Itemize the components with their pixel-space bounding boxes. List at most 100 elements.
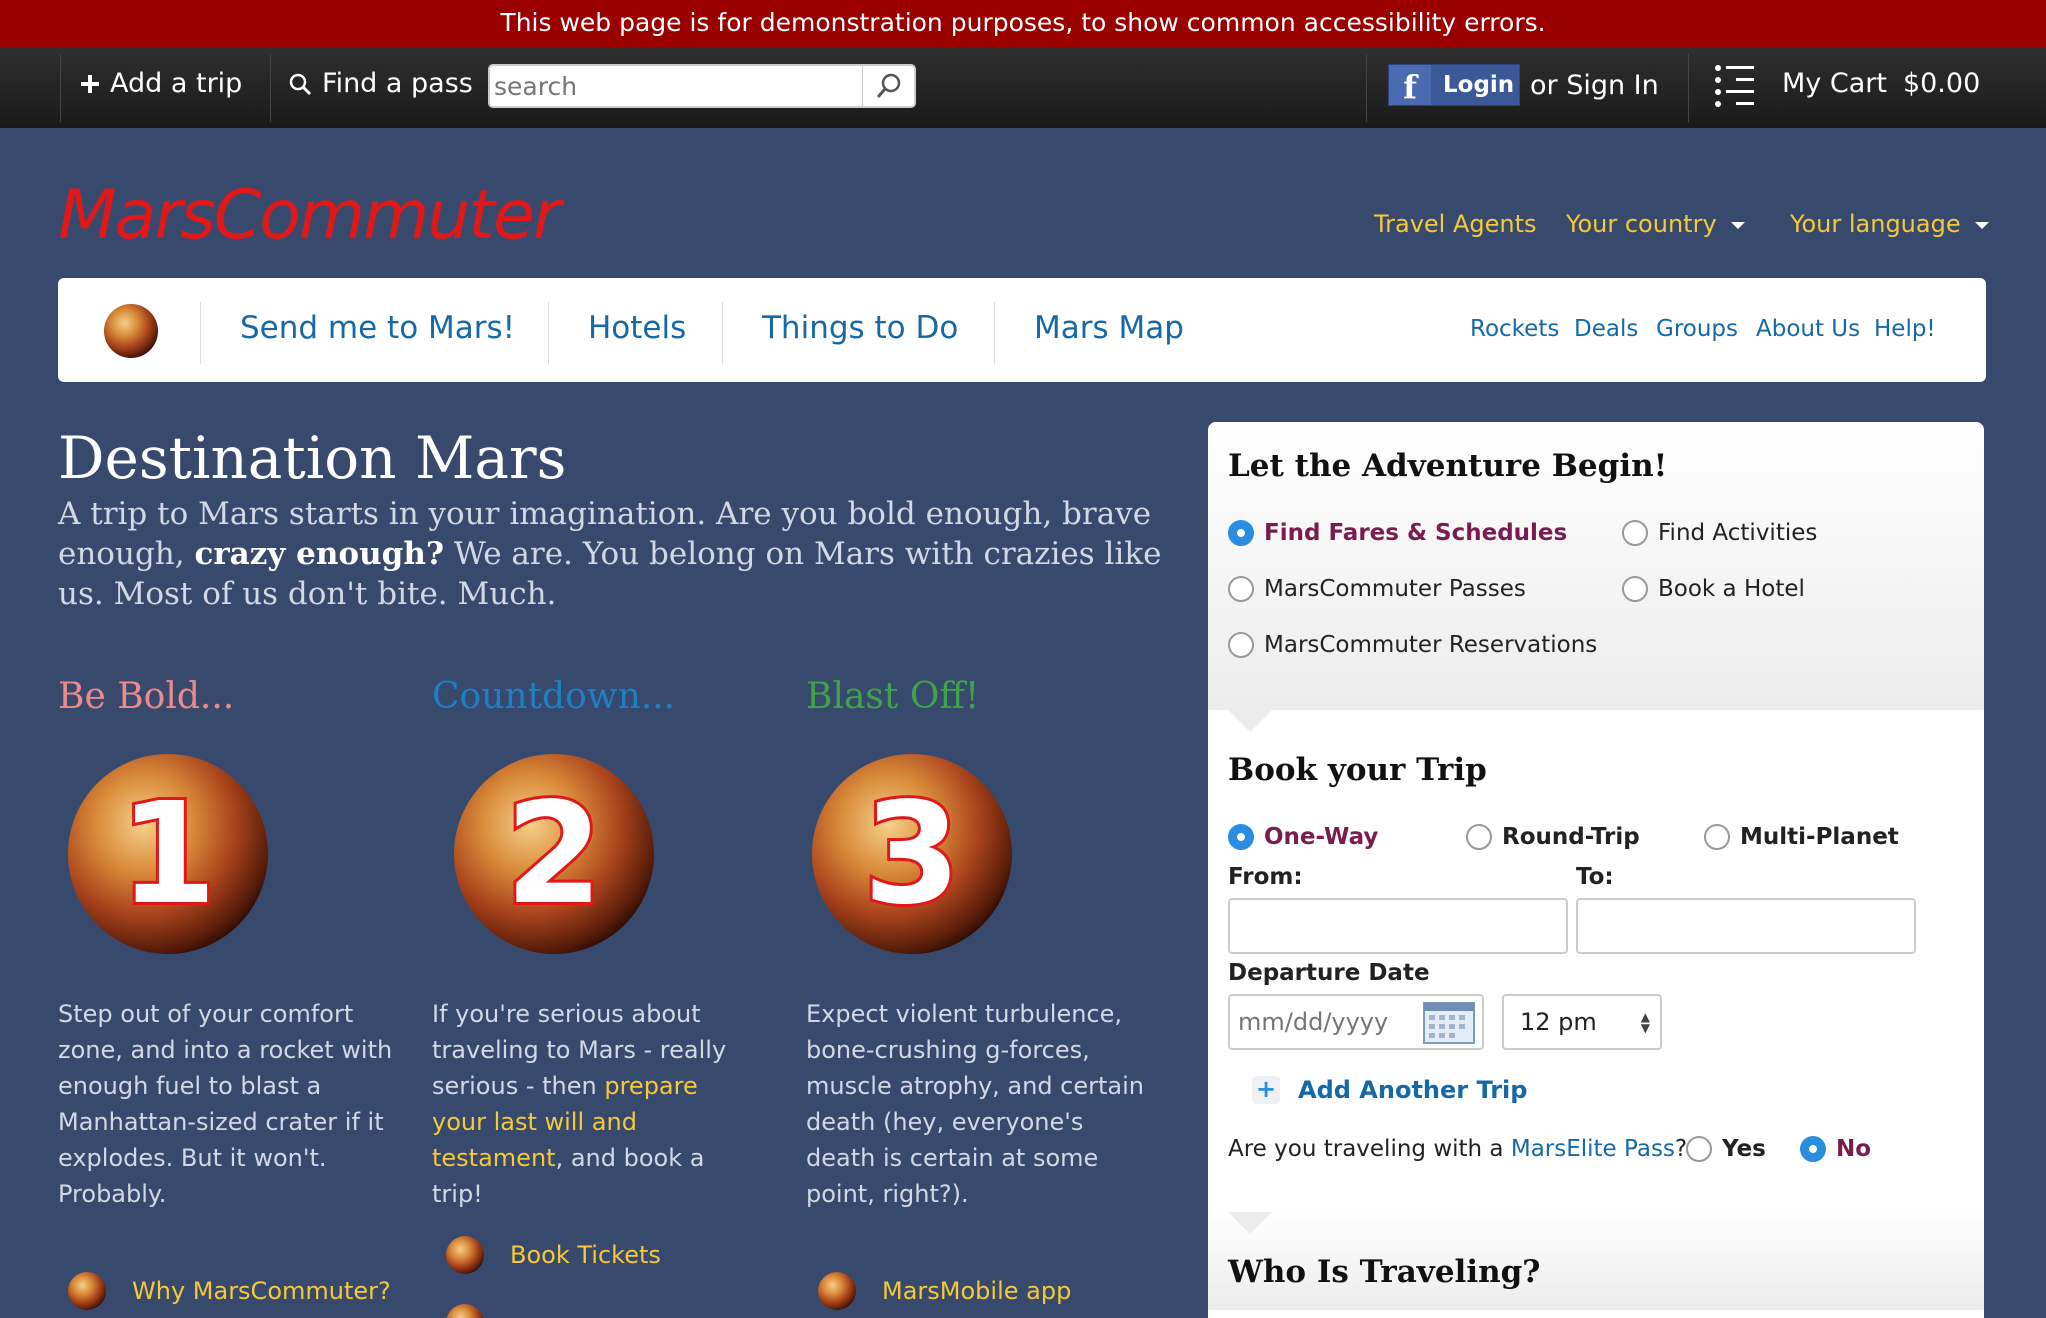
language-label: Your language [1790, 210, 1961, 238]
mars-planet-icon [818, 1272, 856, 1310]
add-another-trip-button[interactable]: + Add Another Trip [1252, 1076, 1527, 1104]
nav-hotels[interactable]: Hotels [588, 310, 686, 346]
nav-help[interactable]: Help! [1874, 316, 1936, 342]
divider [60, 54, 61, 122]
book-tickets-label: Book Tickets [510, 1241, 661, 1269]
search-icon [876, 73, 900, 98]
mars-number-3-image: 3 [812, 754, 1012, 954]
step-2-number: 2 [505, 773, 602, 936]
radio-dot [1228, 576, 1254, 602]
radio-marscommuter-passes[interactable]: MarsCommuter Passes [1228, 576, 1526, 602]
divider [722, 302, 723, 364]
radio-find-activities[interactable]: Find Activities [1622, 520, 1817, 546]
divider [548, 302, 549, 364]
from-label: From: [1228, 864, 1303, 890]
nav-deals[interactable]: Deals [1574, 316, 1638, 342]
departure-date-field [1228, 994, 1484, 1050]
marsmobile-app-label: MarsMobile app [882, 1277, 1072, 1305]
time-value: 12 pm [1520, 1008, 1597, 1036]
departure-date-label: Departure Date [1228, 960, 1430, 986]
country-dropdown[interactable]: Your country [1566, 210, 1745, 238]
radio-label: No [1836, 1136, 1872, 1162]
menu-list-icon[interactable] [1712, 62, 1756, 114]
sign-in-link[interactable]: or Sign In [1530, 70, 1659, 101]
find-pass-label: Find a pass [322, 68, 473, 99]
marsmobile-app-link[interactable]: MarsMobile app [816, 1270, 1071, 1312]
departure-date-input[interactable] [1230, 996, 1420, 1048]
search-input[interactable] [490, 66, 862, 106]
nav-rockets[interactable]: Rockets [1470, 316, 1559, 342]
section-notch [1228, 1212, 1272, 1234]
radio-marscommuter-reservations[interactable]: MarsCommuter Reservations [1228, 632, 1597, 658]
add-trip-label: Add a trip [110, 68, 243, 99]
adventure-heading: Let the Adventure Begin! [1228, 448, 1668, 484]
cart-amount: $0.00 [1902, 68, 1981, 99]
radio-multi-planet[interactable]: Multi-Planet [1704, 824, 1899, 850]
radio-dot [1800, 1136, 1826, 1162]
marselite-pass-link[interactable]: MarsElite Pass [1511, 1136, 1675, 1162]
step-3-text: Expect violent turbulence, bone-crushing… [806, 1000, 1145, 1208]
section-notch [1228, 710, 1272, 732]
book-tickets-link[interactable]: Book Tickets [444, 1234, 661, 1276]
why-marscommuter-label: Why MarsCommuter? [132, 1277, 391, 1305]
book-trip-heading: Book your Trip [1228, 752, 1487, 788]
facebook-login-button[interactable]: f Login [1388, 64, 1520, 106]
mars-planet-icon[interactable] [102, 302, 160, 360]
cart-label: My Cart [1782, 68, 1887, 99]
radio-elite-no[interactable]: No [1800, 1136, 1871, 1162]
mars-number-2-image: 2 [454, 754, 654, 954]
radio-label: Yes [1722, 1136, 1766, 1162]
main-navigation: Send me to Mars! Hotels Things to Do Mar… [58, 278, 1986, 382]
nav-about-us[interactable]: About Us [1756, 316, 1860, 342]
radio-dot [1704, 824, 1730, 850]
demo-banner: This web page is for demonstration purpo… [0, 0, 2046, 48]
elite-pass-question: Are you traveling with a MarsElite Pass? [1228, 1136, 1687, 1162]
who-traveling-heading: Who Is Traveling? [1228, 1254, 1541, 1290]
nav-mars-map[interactable]: Mars Map [1034, 310, 1184, 346]
chevron-down-icon [1974, 221, 1989, 229]
radio-elite-yes[interactable]: Yes [1686, 1136, 1766, 1162]
radio-dot [1228, 824, 1254, 850]
search-submit-button[interactable] [862, 66, 914, 106]
hero-subtitle-emphasis: crazy enough? [194, 536, 445, 572]
country-label: Your country [1566, 210, 1717, 238]
to-input[interactable] [1576, 898, 1916, 954]
radio-dot [1228, 520, 1254, 546]
why-marscommuter-link[interactable]: Why MarsCommuter? [66, 1270, 391, 1312]
radio-dot [1622, 576, 1648, 602]
departure-time-select[interactable]: 12 pm ▲ ▼ [1502, 994, 1662, 1050]
radio-label: Find Fares & Schedules [1264, 520, 1568, 546]
nav-send-me-to-mars[interactable]: Send me to Mars! [240, 310, 515, 346]
find-pass-link[interactable]: Find a pass [288, 68, 473, 99]
calendar-icon[interactable] [1420, 997, 1478, 1047]
nav-things-to-do[interactable]: Things to Do [762, 310, 958, 346]
divider [1366, 54, 1367, 122]
search-icon [289, 73, 312, 95]
my-cart-link[interactable]: My Cart $0.00 [1782, 68, 1980, 99]
radio-label: MarsCommuter Reservations [1264, 632, 1598, 658]
divider [1688, 54, 1689, 122]
site-logo[interactable]: MarsCommuter [58, 176, 561, 255]
radio-find-fares[interactable]: Find Fares & Schedules [1228, 520, 1567, 546]
language-dropdown[interactable]: Your language [1790, 210, 1989, 238]
add-trip-link[interactable]: Add a trip [80, 68, 242, 99]
hero-subtitle: A trip to Mars starts in your imaginatio… [58, 494, 1178, 614]
step-1-number: 1 [119, 773, 216, 936]
from-input[interactable] [1228, 898, 1568, 954]
booking-panel: Let the Adventure Begin! Find Fares & Sc… [1208, 422, 1984, 1318]
radio-label: Book a Hotel [1658, 576, 1805, 602]
radio-round-trip[interactable]: Round-Trip [1466, 824, 1640, 850]
radio-label: Round-Trip [1502, 824, 1640, 850]
travel-agents-link[interactable]: Travel Agents [1374, 210, 1537, 238]
radio-dot [1228, 632, 1254, 658]
radio-one-way[interactable]: One-Way [1228, 824, 1378, 850]
radio-book-hotel[interactable]: Book a Hotel [1622, 576, 1805, 602]
plus-icon [81, 74, 99, 93]
radio-dot [1622, 520, 1648, 546]
mars-planet-icon [68, 1272, 106, 1310]
nav-groups[interactable]: Groups [1656, 316, 1738, 342]
divider [200, 302, 201, 364]
radio-label: MarsCommuter Passes [1264, 576, 1526, 602]
step-3-number: 3 [863, 773, 960, 936]
mars-number-1-image: 1 [68, 754, 268, 954]
